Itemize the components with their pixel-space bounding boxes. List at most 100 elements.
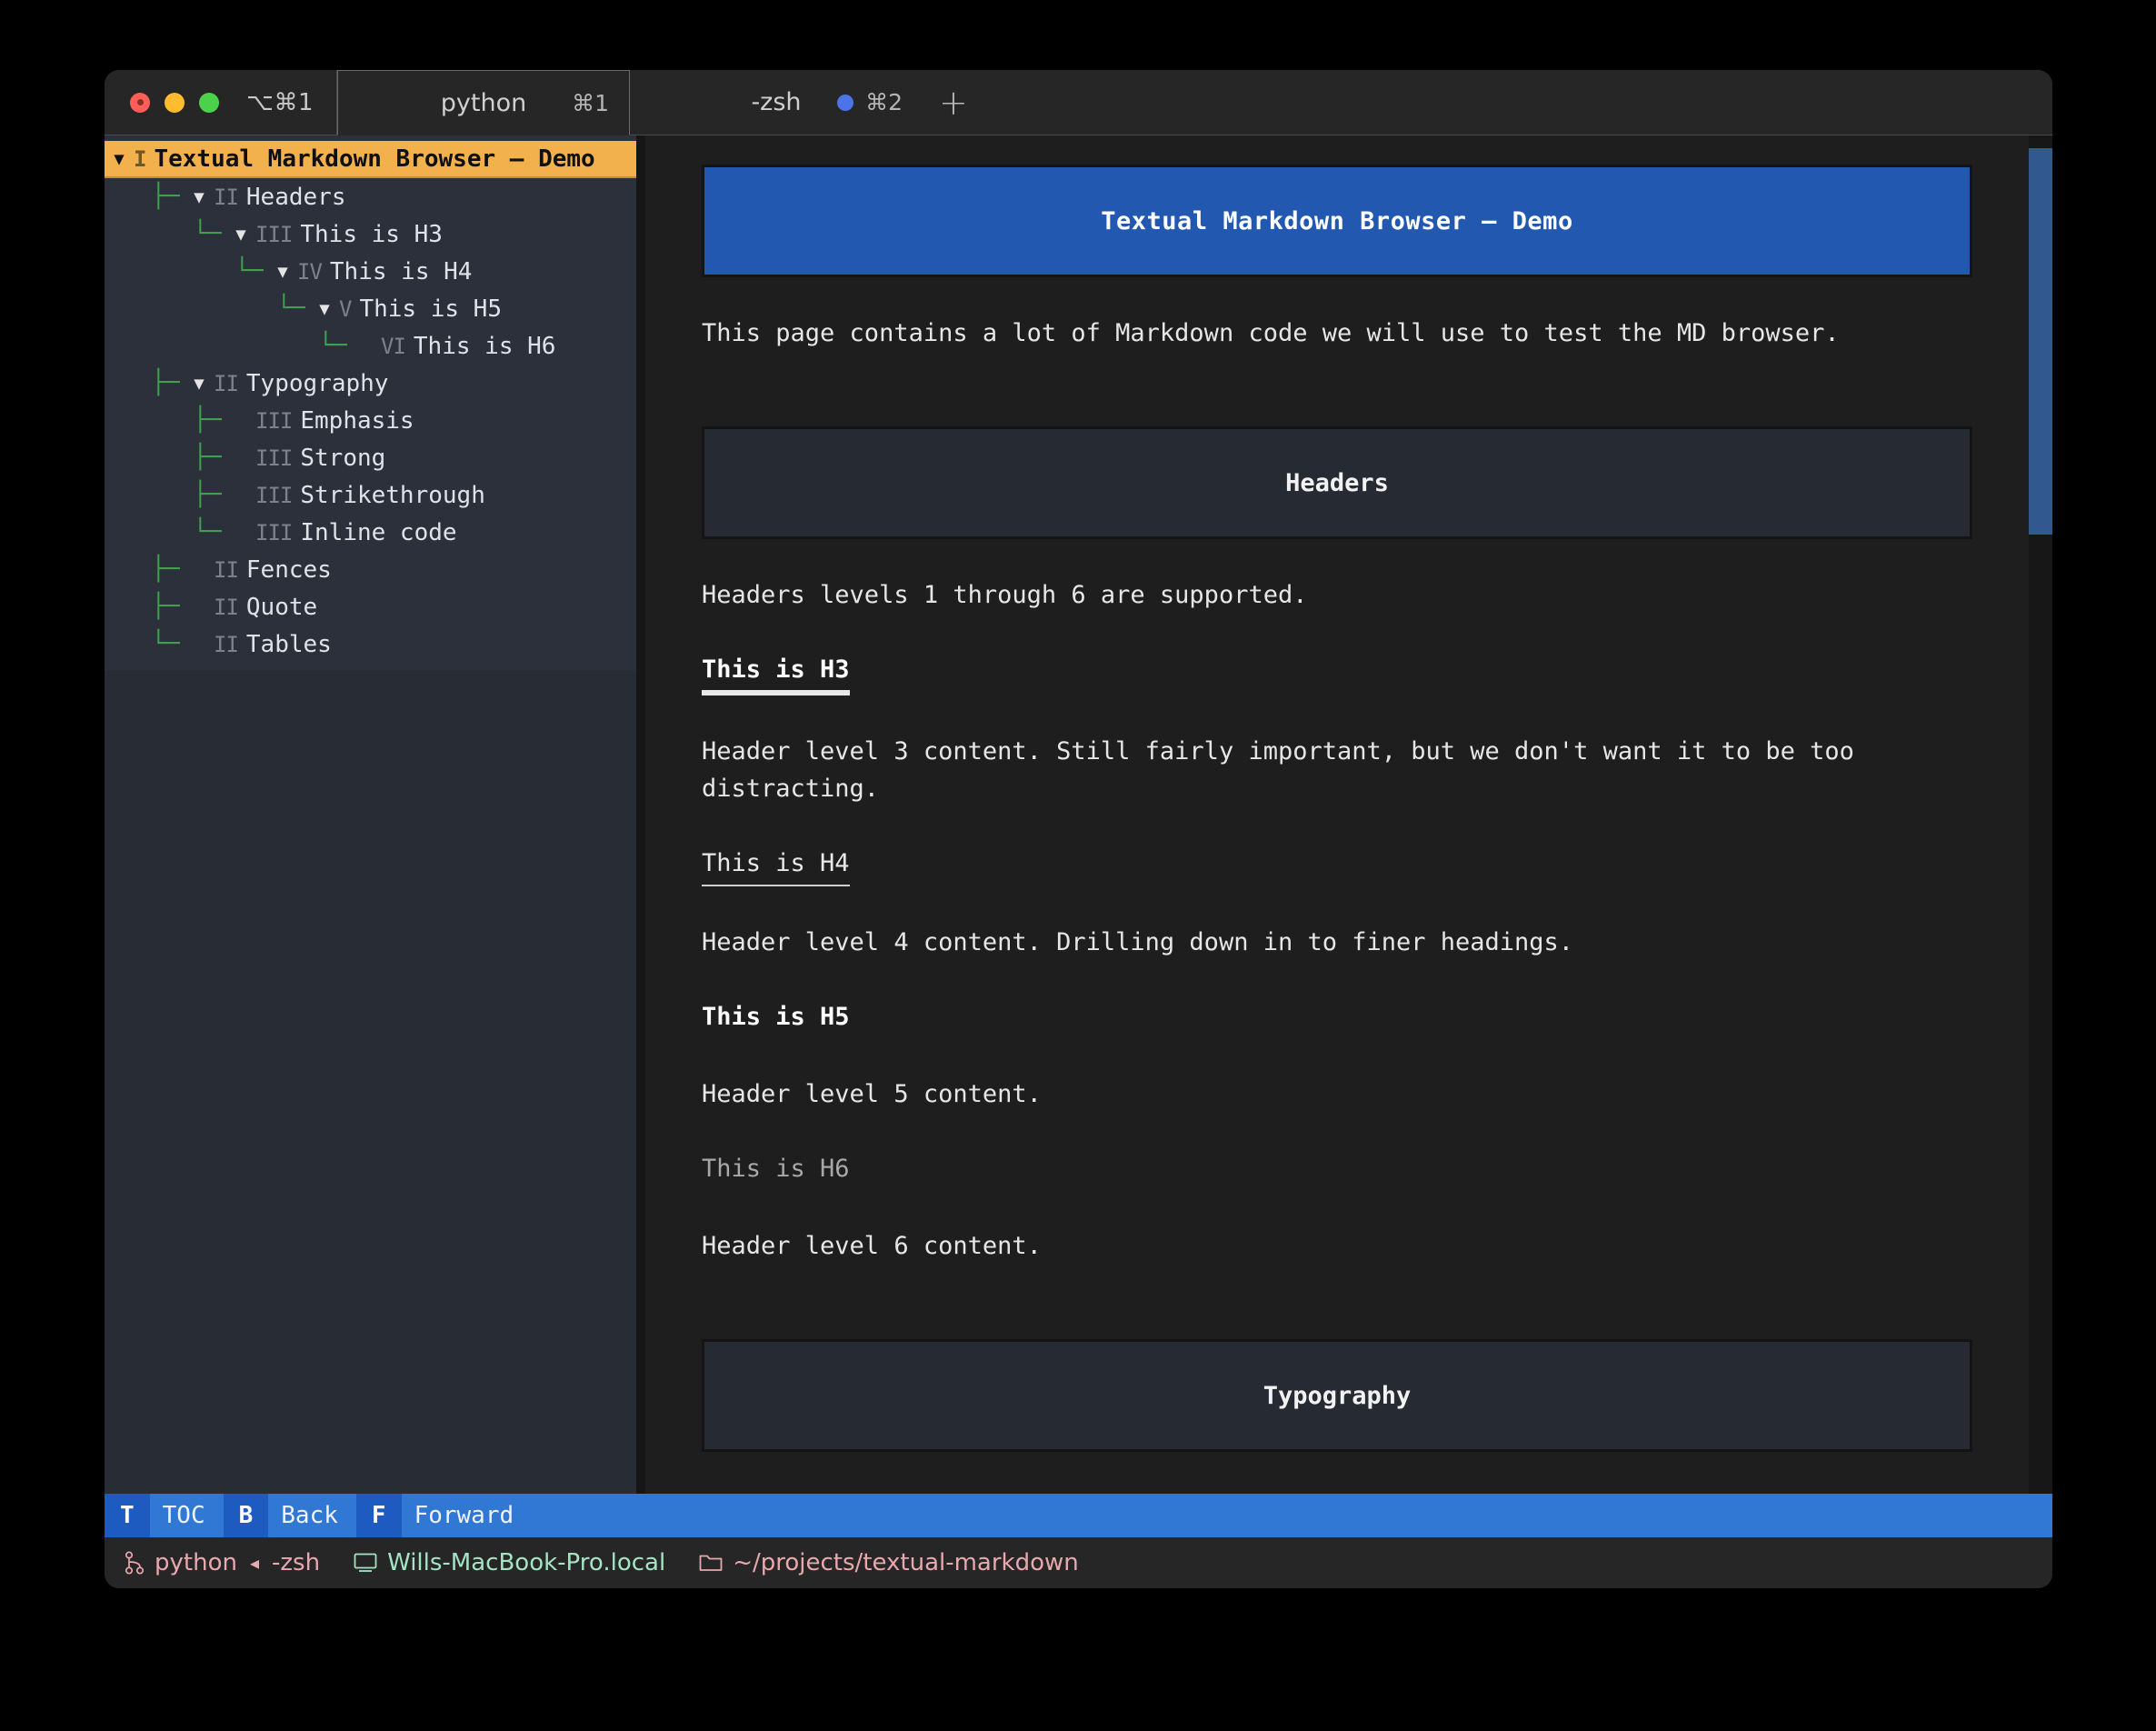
heading-h5-wrap: This is H5	[702, 998, 1972, 1038]
maximize-window-button[interactable]	[199, 92, 219, 113]
toc-item-label: Emphasis	[300, 406, 414, 435]
window-shortcut-label: ⌥⌘1	[246, 88, 314, 116]
toc-item[interactable]: └─▼IITables	[105, 625, 636, 663]
branch-icon	[125, 1551, 145, 1575]
toc-item[interactable]: └─ ▼ IV This is H4	[105, 253, 636, 290]
tab-zsh[interactable]: -zsh ⌘2	[630, 70, 923, 135]
toc-item[interactable]: ├─▼IIQuote	[105, 588, 636, 625]
toc-item[interactable]: └─▼VI This is H6	[105, 327, 636, 365]
activity-dot-icon	[837, 94, 854, 111]
toc-tree-guide-icon: ├─	[151, 555, 180, 583]
new-tab-icon[interactable]: +	[939, 85, 968, 120]
scrollbar-thumb[interactable]	[2029, 148, 2052, 535]
key-binding-key-toc[interactable]: T	[105, 1494, 150, 1537]
toc-item-label: This is H5	[359, 295, 502, 323]
toc-caret-placeholder: ▼	[226, 448, 255, 468]
toc-expand-caret-icon[interactable]: ▼	[185, 374, 214, 394]
heading-h2-typography-text: Typography	[1263, 1381, 1412, 1410]
close-window-button[interactable]	[130, 92, 150, 113]
toc-tree-guide-icon: └─	[193, 220, 222, 247]
toc-item[interactable]: └─▼III Inline code	[105, 514, 636, 551]
toc-caret-placeholder: ▼	[185, 635, 214, 655]
terminal-window: ⌥⌘1 python ⌘1 -zsh ⌘2 + ▼ I Textual Markdo…	[105, 70, 2052, 1588]
status-path-text: ~/projects/textual-markdown	[733, 1549, 1079, 1576]
textual-app: ▼ I Textual Markdown Browser — Demo ├─ ▼ II He…	[105, 135, 2052, 1537]
vertical-scrollbar[interactable]	[2029, 135, 2052, 1494]
toc-tree-guide-icon: └─	[276, 295, 305, 322]
heading-h1-block: Textual Markdown Browser — Demo	[702, 165, 1972, 277]
toc-caret-placeholder: ▼	[185, 560, 214, 580]
toc-item[interactable]: ├─ ▼ II Typography	[105, 365, 636, 402]
paragraph-h6-body: Header level 6 content.	[702, 1232, 1042, 1260]
toc-tree[interactable]: ▼ I Textual Markdown Browser — Demo ├─ ▼ II He…	[105, 135, 636, 670]
toc-expand-caret-icon[interactable]: ▼	[226, 225, 255, 245]
heading-h3: This is H3	[702, 651, 850, 695]
toc-level-marker: II	[214, 370, 239, 396]
toc-expand-caret-icon[interactable]: ▼	[268, 262, 297, 282]
paragraph-h3-body-line1: Header level 3 content. Still fairly imp…	[702, 737, 1854, 765]
table-of-contents-panel: ▼ I Textual Markdown Browser — Demo ├─ ▼ II He…	[105, 135, 645, 1494]
toc-level-marker: II	[214, 556, 239, 583]
toc-item[interactable]: ├─▼III Strong	[105, 439, 636, 476]
toc-item[interactable]: └─ ▼ III This is H3	[105, 215, 636, 253]
key-binding-label-back[interactable]: Back	[268, 1494, 356, 1537]
toc-item[interactable]: ├─▼III Strikethrough	[105, 476, 636, 514]
toc-item-label: This is H6	[413, 332, 556, 360]
paragraph-h4-body: Header level 4 content. Drilling down in…	[702, 928, 1574, 956]
heading-h5: This is H5	[702, 1003, 850, 1031]
heading-h2-typography-block: Typography	[702, 1339, 1972, 1452]
toc-expand-caret-icon[interactable]: ▼	[310, 299, 339, 319]
status-process: python ◂ -zsh	[125, 1549, 320, 1576]
heading-h2-headers-block: Headers	[702, 426, 1972, 539]
toc-tree-guide-icon: └─	[193, 518, 222, 545]
tab-python-shortcut: ⌘1	[572, 89, 609, 116]
markdown-document: Textual Markdown Browser — Demo This pag…	[645, 135, 2029, 1494]
tab-python[interactable]: python ⌘1	[337, 70, 630, 135]
toc-level-marker: II	[214, 594, 239, 620]
toc-caret-placeholder: ▼	[226, 523, 255, 543]
traffic-light-zone: ⌥⌘1	[105, 70, 337, 135]
toc-level-marker: I	[134, 145, 146, 172]
toc-item-label: This is H4	[329, 257, 473, 285]
toc-item-label: Fences	[245, 555, 332, 584]
heading-h6-wrap: This is H6	[702, 1150, 1972, 1190]
toc-level-marker: III	[255, 445, 293, 471]
key-bar-filler	[532, 1494, 2052, 1537]
key-binding-key-forward[interactable]: F	[355, 1494, 402, 1537]
app-main-region: ▼ I Textual Markdown Browser — Demo ├─ ▼ II He…	[105, 135, 2052, 1494]
status-host-name: Wills-MacBook-Pro.local	[387, 1549, 666, 1576]
toc-item[interactable]: ├─ ▼ II Headers	[105, 178, 636, 215]
toc-caret-placeholder: ▼	[185, 597, 214, 617]
toc-item-label: This is H3	[300, 220, 443, 248]
toc-item-label: Strikethrough	[300, 481, 485, 509]
toc-item-label: Textual Markdown Browser — Demo	[154, 145, 595, 173]
toc-item[interactable]: ▼ I Textual Markdown Browser — Demo	[105, 141, 636, 178]
key-binding-label-toc[interactable]: TOC	[149, 1494, 224, 1537]
toc-item-label: Inline code	[300, 518, 457, 546]
toc-item[interactable]: ├─▼IIFences	[105, 551, 636, 588]
toc-item-label: Strong	[300, 444, 386, 472]
key-binding-label-forward[interactable]: Forward	[401, 1494, 533, 1537]
toc-tree-guide-icon: ├─	[151, 593, 180, 620]
toc-expand-caret-icon[interactable]: ▼	[105, 149, 134, 169]
status-host: Wills-MacBook-Pro.local	[354, 1549, 665, 1576]
toc-expand-caret-icon[interactable]: ▼	[185, 187, 214, 207]
minimize-window-button[interactable]	[165, 92, 185, 113]
toc-item[interactable]: └─ ▼ V This is H5	[105, 290, 636, 327]
toc-item[interactable]: ├─▼III Emphasis	[105, 402, 636, 439]
footer-key-bar: T TOC B Back F Forward	[105, 1494, 2052, 1537]
tab-zsh-shortcut: ⌘2	[865, 89, 903, 115]
heading-h3-wrap: This is H3	[702, 651, 1972, 695]
key-binding-key-back[interactable]: B	[223, 1494, 269, 1537]
heading-h2-headers-text: Headers	[1285, 468, 1389, 497]
toc-tree-guide-icon: └─	[235, 257, 264, 285]
heading-h4-wrap: This is H4	[702, 845, 1972, 886]
